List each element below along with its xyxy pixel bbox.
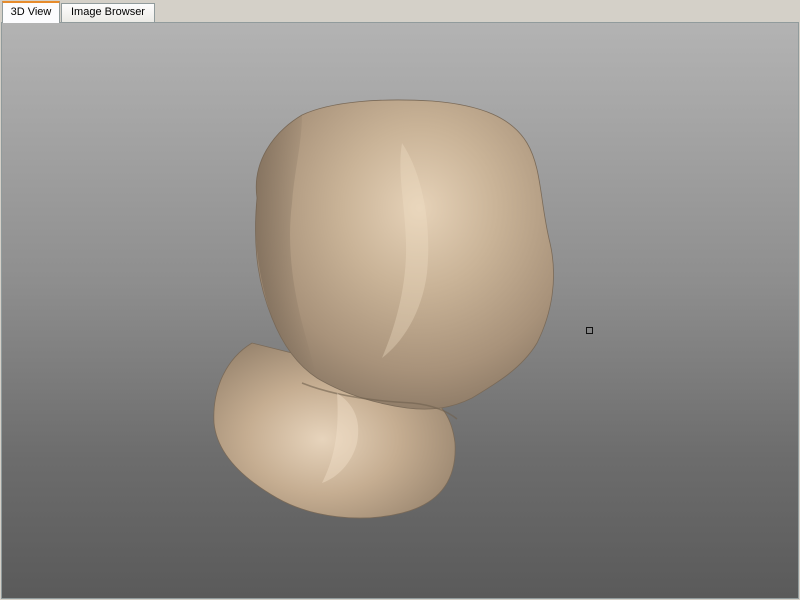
app-window: 3D View Image Browser bbox=[0, 0, 800, 600]
3d-viewport[interactable] bbox=[2, 23, 798, 598]
tab-3d-view[interactable]: 3D View bbox=[2, 1, 60, 23]
tab-bar: 3D View Image Browser bbox=[0, 0, 800, 23]
model-canvas bbox=[213, 99, 554, 519]
cursor-marker-icon bbox=[586, 327, 593, 334]
tab-image-browser[interactable]: Image Browser bbox=[61, 3, 155, 22]
